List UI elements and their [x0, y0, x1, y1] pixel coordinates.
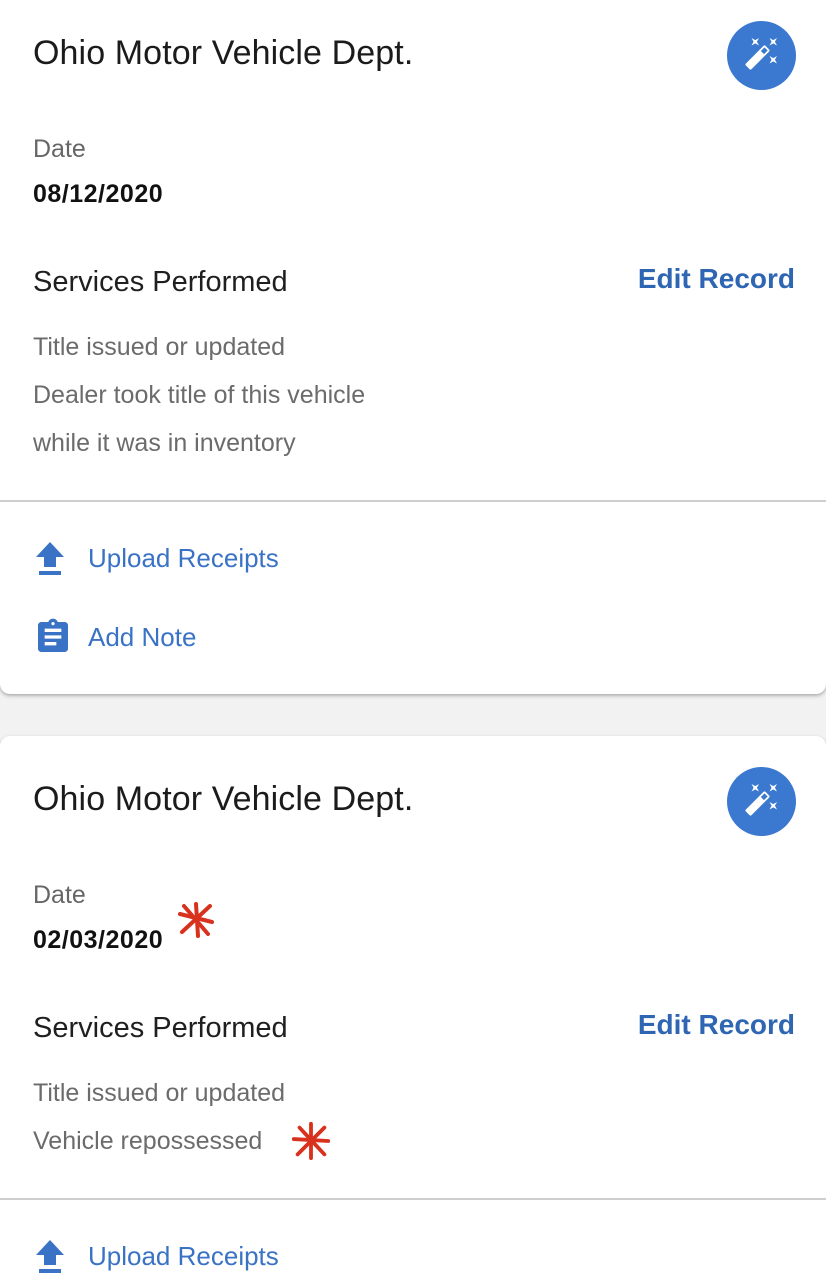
card-divider [0, 500, 826, 502]
provider-title: Ohio Motor Vehicle Dept. [33, 780, 414, 818]
edit-record-link[interactable]: Edit Record [638, 1009, 795, 1041]
upload-receipts-action[interactable]: Upload Receipts [33, 1236, 279, 1276]
date-label: Date [33, 135, 86, 163]
upload-receipts-action[interactable]: Upload Receipts [33, 538, 279, 578]
add-note-label: Add Note [88, 621, 197, 652]
magic-wand-button[interactable] [727, 767, 796, 836]
service-record-card: Ohio Motor Vehicle Dept. Date 08/12/2020… [0, 0, 826, 694]
add-note-action[interactable]: Add Note [33, 617, 196, 657]
upload-icon [33, 538, 79, 578]
service-item: Title issued or updated [33, 1079, 286, 1107]
upload-receipts-label: Upload Receipts [88, 542, 279, 573]
service-history-page: Ohio Motor Vehicle Dept. Date 08/12/2020… [0, 0, 826, 1277]
card-divider [0, 1198, 826, 1200]
clipboard-icon [33, 617, 79, 657]
red-asterisk-mark [178, 902, 214, 938]
provider-title: Ohio Motor Vehicle Dept. [33, 34, 414, 72]
service-record-card: Ohio Motor Vehicle Dept. Date 02/03/2020… [0, 736, 826, 1277]
upload-receipts-label: Upload Receipts [88, 1240, 279, 1271]
edit-record-link[interactable]: Edit Record [638, 263, 795, 295]
date-label: Date [33, 881, 86, 909]
service-item: Dealer took title of this vehicle [33, 381, 366, 409]
date-value: 02/03/2020 [33, 926, 164, 954]
red-asterisk-mark [291, 1121, 331, 1161]
date-value: 08/12/2020 [33, 180, 164, 208]
service-item: Vehicle repossessed [33, 1127, 263, 1155]
magic-wand-button[interactable] [727, 21, 796, 90]
services-heading: Services Performed [33, 1012, 288, 1044]
magic-wand-icon [744, 781, 780, 822]
service-item: while it was in inventory [33, 429, 296, 457]
service-item: Title issued or updated [33, 333, 286, 361]
magic-wand-icon [744, 35, 780, 76]
upload-icon [33, 1236, 79, 1276]
services-heading: Services Performed [33, 266, 288, 298]
